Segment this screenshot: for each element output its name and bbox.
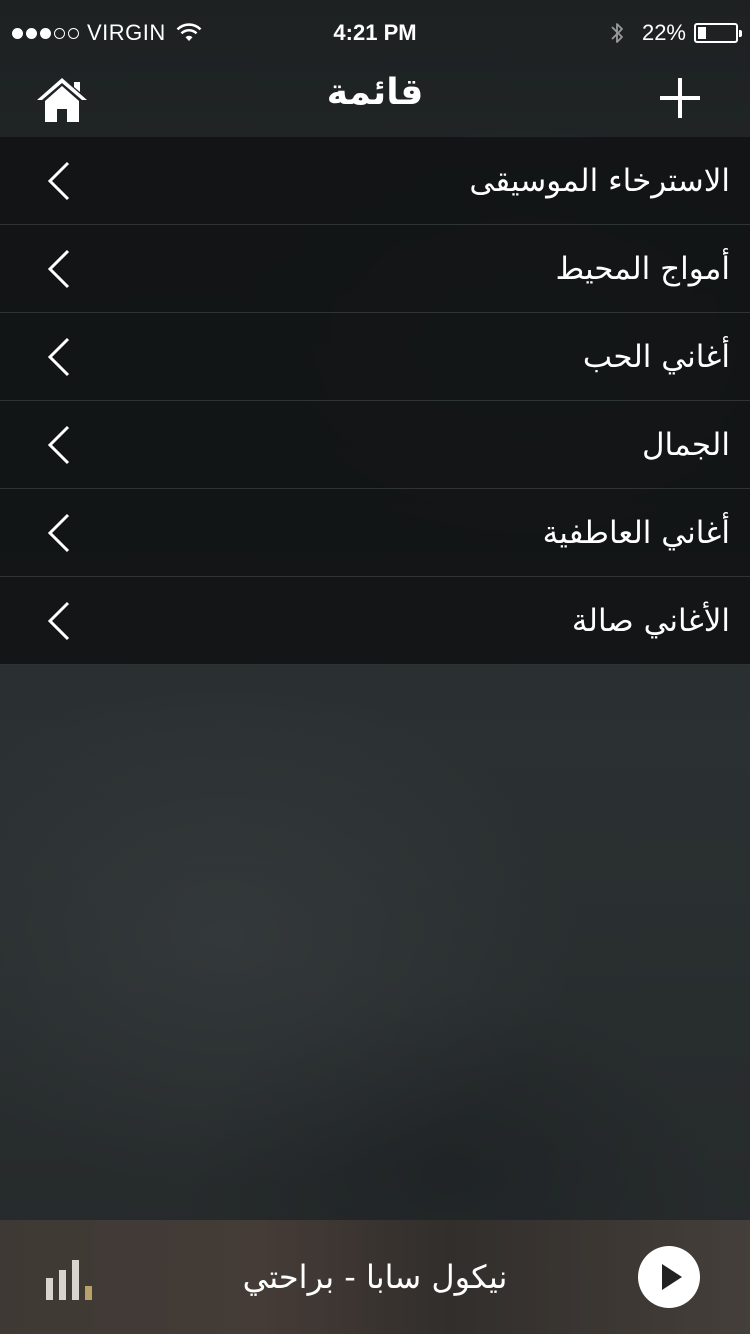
- playlist-list: الاسترخاء الموسيقى أمواج المحيط أغاني ال…: [0, 137, 750, 665]
- plus-icon: [660, 78, 700, 118]
- play-button[interactable]: [638, 1246, 700, 1308]
- list-item[interactable]: الاسترخاء الموسيقى: [0, 137, 750, 225]
- chevron-left-icon: [47, 513, 70, 553]
- list-item-label: أمواج المحيط: [555, 251, 730, 287]
- battery-icon: [694, 23, 742, 43]
- nav-bar: قائمة: [0, 66, 750, 137]
- play-icon: [662, 1264, 682, 1290]
- status-right: 22%: [610, 20, 742, 46]
- chevron-left-icon: [47, 161, 70, 201]
- list-item-label: أغاني العاطفية: [542, 515, 730, 551]
- list-item[interactable]: أغاني العاطفية: [0, 489, 750, 577]
- page-title: قائمة: [326, 72, 424, 113]
- list-item[interactable]: الجمال: [0, 401, 750, 489]
- chevron-left-icon: [47, 601, 70, 641]
- list-item-label: الاسترخاء الموسيقى: [469, 163, 730, 199]
- chevron-left-icon: [47, 425, 70, 465]
- list-item[interactable]: أمواج المحيط: [0, 225, 750, 313]
- now-playing-title: نيكول سابا - براحتي: [242, 1258, 508, 1296]
- chevron-left-icon: [47, 249, 70, 289]
- add-playlist-button[interactable]: [654, 72, 706, 124]
- equalizer-icon: [46, 1260, 92, 1300]
- battery-fill: [698, 27, 706, 39]
- status-bar: VIRGIN 4:21 PM 22%: [0, 0, 750, 66]
- list-item-label: الأغاني صالة: [571, 603, 730, 639]
- list-item-label: الجمال: [642, 427, 730, 463]
- list-item[interactable]: الأغاني صالة: [0, 577, 750, 665]
- now-playing-bar: نيكول سابا - براحتي: [0, 1220, 750, 1334]
- chevron-left-icon: [47, 337, 70, 377]
- bluetooth-icon: [611, 23, 623, 43]
- battery-percent: 22%: [641, 20, 686, 45]
- list-item[interactable]: أغاني الحب: [0, 313, 750, 401]
- equalizer-button[interactable]: [42, 1256, 102, 1302]
- list-item-label: أغاني الحب: [582, 339, 730, 375]
